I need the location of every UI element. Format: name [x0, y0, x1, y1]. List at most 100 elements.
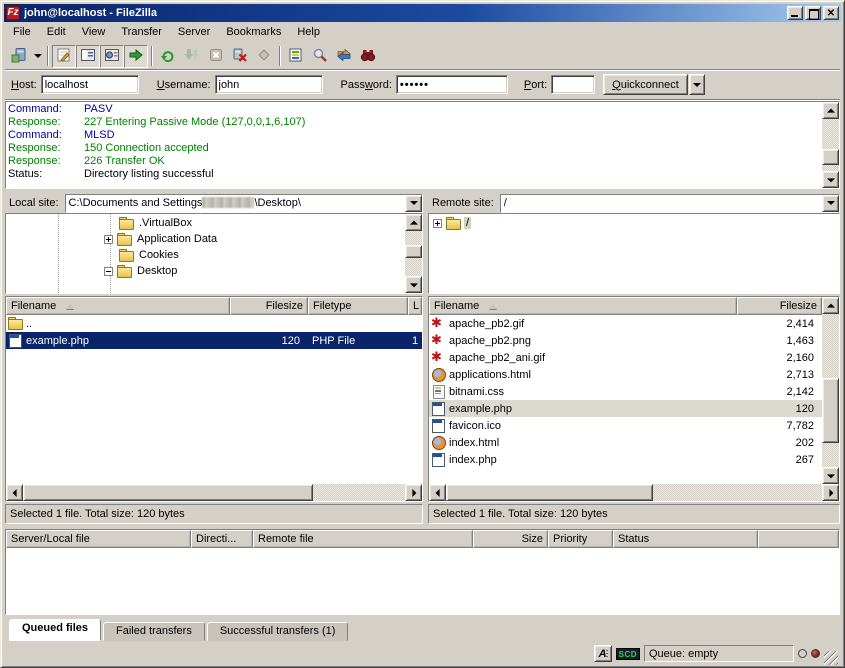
menu-file[interactable]: File [5, 24, 39, 41]
column-header-filetype[interactable]: Filetype [308, 297, 408, 315]
menu-view[interactable]: View [74, 24, 114, 41]
menu-help[interactable]: Help [289, 24, 328, 41]
quickconnect-bar: Host: Username: Password: Port: Quickcon… [5, 69, 840, 100]
process-queue-button[interactable] [180, 45, 204, 68]
directory-comparison-button[interactable] [284, 45, 308, 68]
remote-list-horizontal-scrollbar[interactable] [429, 484, 839, 501]
window-title: john@localhost - FileZilla [24, 7, 787, 19]
column-header-status[interactable]: Status [613, 530, 758, 548]
scrollbar-thumb[interactable] [822, 378, 839, 442]
tab-queued-files[interactable]: Queued files [9, 619, 101, 641]
host-input[interactable] [41, 75, 139, 94]
site-manager-button[interactable] [7, 45, 31, 68]
remote-site-combo[interactable]: / [500, 194, 840, 213]
column-header-filename[interactable]: Filename [429, 297, 737, 315]
menu-server[interactable]: Server [170, 24, 218, 41]
collapse-icon[interactable] [104, 267, 113, 276]
file-row[interactable]: apache_pb2_ani.gif 2,160 [429, 349, 822, 366]
expand-icon[interactable] [104, 235, 113, 244]
binoculars-icon [360, 47, 376, 66]
toggle-remote-tree-button[interactable] [100, 45, 124, 68]
tree-item-virtualbox[interactable]: .VirtualBox [6, 215, 405, 231]
scrollbar-thumb[interactable] [23, 484, 313, 501]
file-row[interactable]: apache_pb2.png 1,463 [429, 332, 822, 349]
remote-list-vertical-scrollbar[interactable] [822, 297, 839, 484]
scrollbar-thumb[interactable] [405, 245, 422, 258]
reconnect-button[interactable] [252, 45, 276, 68]
expand-icon[interactable] [433, 219, 442, 228]
scroll-left-button[interactable] [429, 484, 446, 501]
file-row[interactable]: apache_pb2.gif 2,414 [429, 315, 822, 332]
sort-ascending-icon [489, 303, 497, 309]
column-header-remote-file[interactable]: Remote file [253, 530, 473, 548]
toggle-local-tree-button[interactable] [76, 45, 100, 68]
file-row[interactable]: index.html 202 [429, 434, 822, 451]
scroll-right-button[interactable] [405, 484, 422, 501]
file-row-example-php[interactable]: example.php 120 PHP File 1 [6, 332, 422, 349]
message-log: Command:PASV Response:227 Entering Passi… [5, 101, 840, 189]
scrollbar-thumb[interactable] [446, 484, 653, 501]
scroll-up-button[interactable] [822, 297, 839, 314]
menu-edit[interactable]: Edit [39, 24, 74, 41]
site-manager-dropdown[interactable] [31, 45, 44, 68]
tab-failed-transfers[interactable]: Failed transfers [103, 622, 205, 641]
password-input[interactable] [396, 75, 508, 94]
file-row[interactable]: bitnami.css 2,142 [429, 383, 822, 400]
disconnect-button[interactable] [228, 45, 252, 68]
toggle-message-log-button[interactable] [52, 45, 76, 68]
local-site-dropdown[interactable] [405, 195, 422, 212]
menu-transfer[interactable]: Transfer [113, 24, 170, 41]
column-header-filename[interactable]: Filename [6, 297, 230, 315]
maximize-button[interactable] [805, 6, 821, 20]
scroll-down-button[interactable] [822, 171, 839, 188]
remote-site-dropdown[interactable] [822, 195, 839, 212]
file-row[interactable]: applications.html 2,713 [429, 366, 822, 383]
local-list-horizontal-scrollbar[interactable] [6, 484, 422, 501]
column-header-filesize[interactable]: Filesize [230, 297, 308, 315]
tree-item-desktop[interactable]: Desktop [6, 263, 405, 279]
cancel-operation-button[interactable] [204, 45, 228, 68]
scrollbar-thumb[interactable] [822, 149, 839, 165]
datatype-ascii-icon[interactable]: A [594, 645, 612, 662]
local-tree-vertical-scrollbar[interactable] [405, 214, 422, 293]
port-input[interactable] [551, 75, 595, 94]
refresh-button[interactable] [156, 45, 180, 68]
filter-button[interactable] [356, 45, 380, 68]
file-row[interactable]: index.php 267 [429, 451, 822, 468]
log-vertical-scrollbar[interactable] [822, 102, 839, 188]
tree-item-root[interactable]: / [429, 215, 839, 231]
synchronized-browsing-icon [336, 47, 352, 66]
tree-item-application-data[interactable]: Application Data [6, 231, 405, 247]
scroll-right-button[interactable] [822, 484, 839, 501]
column-header-lastmodified[interactable]: L [408, 297, 422, 315]
column-header-size[interactable]: Size [473, 530, 548, 548]
username-input[interactable] [215, 75, 323, 94]
speed-limit-badge-icon[interactable]: SCD [616, 648, 640, 660]
column-header-priority[interactable]: Priority [548, 530, 613, 548]
minimize-button[interactable] [787, 6, 803, 20]
scroll-down-button[interactable] [405, 276, 422, 293]
tree-item-cookies[interactable]: Cookies [6, 247, 405, 263]
quickconnect-button[interactable]: Quickconnect [603, 74, 688, 95]
resize-grip[interactable] [824, 651, 838, 665]
find-files-button[interactable] [308, 45, 332, 68]
column-header-server-local-file[interactable]: Server/Local file [6, 530, 191, 548]
titlebar[interactable]: Fz john@localhost - FileZilla [4, 4, 841, 22]
file-row-parent-dir[interactable]: .. [6, 315, 422, 332]
file-row[interactable]: favicon.ico 7,782 [429, 417, 822, 434]
tab-successful-transfers[interactable]: Successful transfers (1) [207, 622, 349, 641]
menubar: File Edit View Transfer Server Bookmarks… [5, 23, 840, 42]
local-site-combo[interactable]: C:\Documents and Settings\Desktop\ [65, 194, 423, 213]
scroll-left-button[interactable] [6, 484, 23, 501]
toggle-transfer-queue-button[interactable] [124, 45, 148, 68]
file-row-example-php[interactable]: example.php 120 [429, 400, 822, 417]
scroll-up-button[interactable] [405, 214, 422, 231]
quickconnect-dropdown[interactable] [689, 74, 705, 95]
column-header-direction[interactable]: Directi... [191, 530, 253, 548]
column-header-filesize[interactable]: Filesize [737, 297, 822, 315]
close-button[interactable] [823, 6, 839, 20]
scroll-up-button[interactable] [822, 102, 839, 119]
menu-bookmarks[interactable]: Bookmarks [218, 24, 289, 41]
scroll-down-button[interactable] [822, 467, 839, 484]
synchronized-browsing-button[interactable] [332, 45, 356, 68]
